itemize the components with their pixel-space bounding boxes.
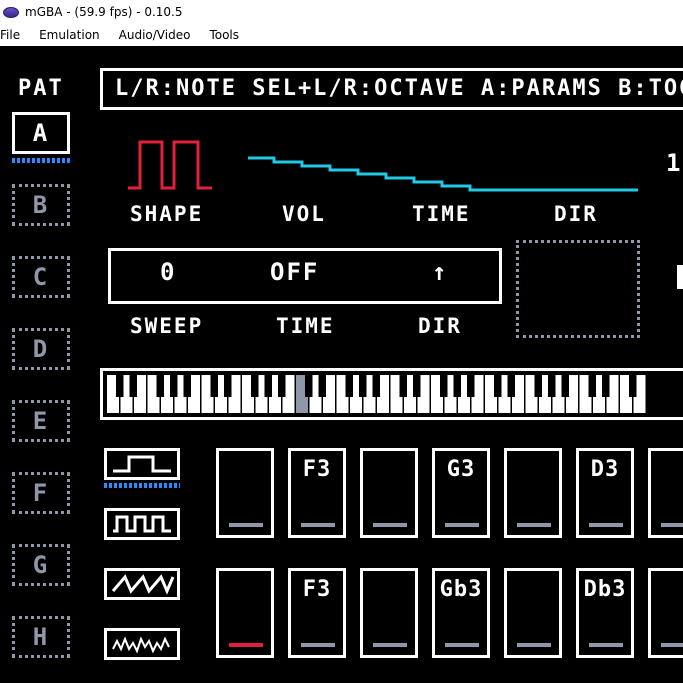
piano-black-key[interactable]	[359, 375, 367, 397]
piano-black-key[interactable]	[116, 375, 124, 397]
pattern-heading: PAT	[18, 76, 64, 101]
pattern-b[interactable]: B	[12, 184, 70, 226]
menu-file[interactable]: File	[0, 28, 20, 42]
piano-black-key[interactable]	[129, 375, 138, 397]
piano-black-key[interactable]	[399, 375, 408, 397]
vol-label: VOL	[282, 202, 326, 226]
piano-black-key[interactable]	[629, 375, 637, 397]
piano-black-key[interactable]	[224, 375, 232, 397]
piano-black-key[interactable]	[210, 375, 219, 397]
piano-black-key[interactable]	[156, 375, 165, 397]
step-note: D3	[590, 457, 620, 482]
piano-keys[interactable]	[103, 371, 683, 417]
pattern-d[interactable]: D	[12, 328, 70, 370]
wave-button-sawtooth[interactable]	[104, 568, 180, 600]
window-titlebar: mGBA - (59.9 fps) - 0.10.5	[0, 0, 683, 24]
square-wave-narrow-icon	[113, 515, 171, 533]
window-title: mGBA - (59.9 fps) - 0.10.5	[25, 5, 183, 19]
square-wave-wide-icon	[113, 455, 171, 473]
mgba-logo-icon	[3, 6, 19, 18]
pattern-g[interactable]: G	[12, 544, 70, 586]
dir-label: DIR	[554, 202, 598, 226]
piano-black-key[interactable]	[440, 375, 448, 397]
step-1-7[interactable]	[648, 448, 683, 538]
wave-button-square-narrow[interactable]	[104, 508, 180, 540]
piano-black-key[interactable]	[345, 375, 354, 397]
piano-black-key[interactable]	[305, 375, 313, 397]
piano-black-key[interactable]	[278, 375, 286, 397]
piano-keyboard[interactable]	[100, 368, 683, 420]
square-wave-shape-icon[interactable]	[126, 138, 216, 192]
piano-black-key[interactable]	[602, 375, 610, 397]
pattern-h[interactable]: H	[12, 616, 70, 658]
pattern-selection-indicator	[12, 158, 70, 163]
pattern-a[interactable]: A	[12, 112, 70, 154]
game-screen[interactable]: PAT A B C D E F G H L/R:NOTE SEL+L/R:OCT…	[0, 46, 683, 683]
step-note: Gb3	[439, 577, 483, 602]
step-2-7[interactable]	[648, 568, 683, 658]
sweep-dir-arrow-icon[interactable]: ↑	[432, 258, 448, 286]
wave-button-square-wide[interactable]	[104, 448, 180, 480]
step-note: F3	[302, 457, 332, 482]
empty-slot	[516, 240, 640, 338]
sweep-dir-label: DIR	[418, 314, 462, 338]
piano-black-key[interactable]	[453, 375, 462, 397]
step-1-1[interactable]	[216, 448, 274, 538]
step-note: Db3	[583, 577, 627, 602]
volume-envelope-graph[interactable]	[246, 152, 642, 198]
piano-black-key[interactable]	[467, 375, 475, 397]
time-label: TIME	[412, 202, 471, 226]
scroll-marker	[677, 265, 683, 289]
step-2-3[interactable]	[360, 568, 418, 658]
step-1-5[interactable]	[504, 448, 562, 538]
step-note: F3	[302, 577, 332, 602]
piano-black-key[interactable]	[507, 375, 516, 397]
step-2-5[interactable]	[504, 568, 562, 658]
piano-black-key[interactable]	[170, 375, 178, 397]
menu-emulation[interactable]: Emulation	[39, 28, 100, 42]
piano-black-key[interactable]	[183, 375, 192, 397]
sweep-label: SWEEP	[130, 314, 204, 338]
step-2-4[interactable]: Gb3	[432, 568, 490, 658]
menu-audio-video[interactable]: Audio/Video	[119, 28, 191, 42]
step-note: G3	[446, 457, 476, 482]
step-2-1[interactable]	[216, 568, 274, 658]
help-text: L/R:NOTE SEL+L/R:OCTAVE A:PARAMS B:TOG	[100, 68, 683, 110]
step-cursor	[229, 643, 263, 647]
piano-black-key[interactable]	[588, 375, 597, 397]
envelope-value: 1	[666, 149, 683, 177]
sweep-value[interactable]: 0	[160, 258, 176, 286]
noise-wave-icon	[112, 636, 170, 654]
piano-black-key[interactable]	[413, 375, 421, 397]
piano-black-key[interactable]	[264, 375, 273, 397]
piano-black-key[interactable]	[561, 375, 570, 397]
piano-black-key[interactable]	[534, 375, 543, 397]
shape-label: SHAPE	[130, 202, 204, 226]
pattern-c[interactable]: C	[12, 256, 70, 298]
step-1-3[interactable]	[360, 448, 418, 538]
piano-black-key[interactable]	[548, 375, 556, 397]
piano-black-key[interactable]	[251, 375, 259, 397]
pattern-e[interactable]: E	[12, 400, 70, 442]
piano-black-key[interactable]	[372, 375, 381, 397]
piano-black-key[interactable]	[318, 375, 327, 397]
step-2-6[interactable]: Db3	[576, 568, 634, 658]
step-2-2[interactable]: F3	[288, 568, 346, 658]
step-1-2[interactable]: F3	[288, 448, 346, 538]
piano-black-key[interactable]	[494, 375, 502, 397]
step-1-6[interactable]: D3	[576, 448, 634, 538]
sweep-time-label: TIME	[276, 314, 335, 338]
sweep-time-value[interactable]: OFF	[270, 258, 319, 286]
pattern-f[interactable]: F	[12, 472, 70, 514]
step-1-4[interactable]: G3	[432, 448, 490, 538]
wave-button-noise[interactable]	[104, 628, 180, 660]
wave-selection-indicator	[104, 483, 180, 488]
sawtooth-wave-icon	[111, 574, 175, 595]
menu-bar: File Emulation Audio/Video Tools	[0, 24, 683, 46]
menu-tools[interactable]: Tools	[209, 28, 239, 42]
